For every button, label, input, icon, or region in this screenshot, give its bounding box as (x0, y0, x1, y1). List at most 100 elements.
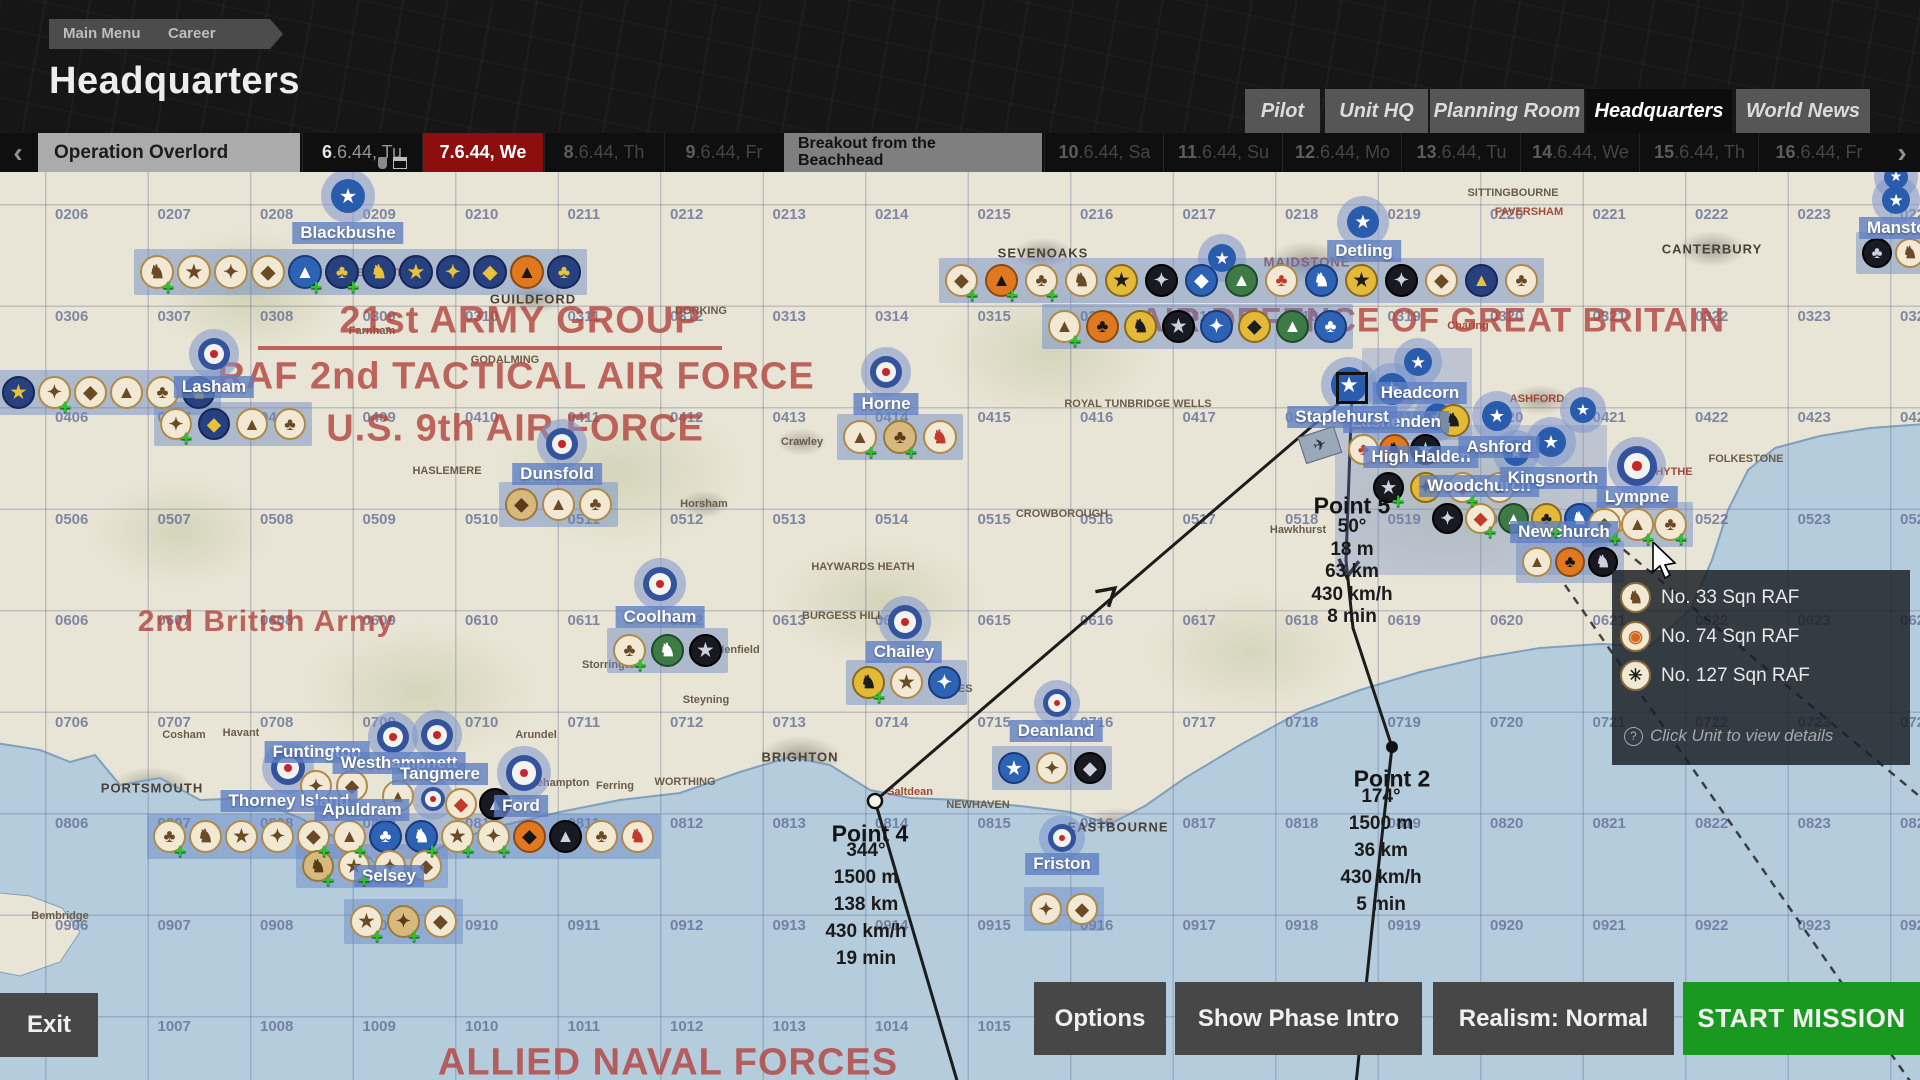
squadron-emblem[interactable]: ★ (225, 820, 258, 853)
squadron-emblem[interactable]: ★ (890, 666, 923, 699)
timeline-item[interactable]: 6.6.44, Tu (302, 133, 421, 172)
show-phase-intro-button[interactable]: Show Phase Intro (1175, 982, 1422, 1055)
tab-pilot[interactable]: Pilot (1245, 89, 1320, 133)
tooltip-unit-row[interactable]: ◉No. 74 Sqn RAF (1620, 621, 1799, 652)
squadron-emblem[interactable]: ◆ (445, 788, 477, 820)
airfield-label-coolham[interactable]: Coolham (616, 606, 705, 628)
squadron-emblem[interactable]: ◆ (1074, 752, 1106, 784)
airfield-label-deanland[interactable]: Deanland (1010, 720, 1103, 742)
squadron-emblem[interactable]: ♞ (362, 255, 396, 289)
squadron-emblem[interactable]: ▲ (1522, 547, 1552, 577)
squadron-emblem[interactable]: ♣ (1862, 238, 1892, 268)
squadron-emblem[interactable]: ♣ (1654, 508, 1687, 541)
airfield-label-lympne[interactable]: Lympne (1597, 486, 1678, 508)
squadron-emblem[interactable]: ▲ (1621, 508, 1654, 541)
squadron-emblem[interactable]: ♞ (1305, 264, 1338, 297)
squadron-emblem[interactable]: ◆ (424, 905, 457, 938)
airfield-label-dunsfold[interactable]: Dunsfold (512, 463, 602, 485)
squadron-emblem[interactable]: ♞ (1124, 310, 1157, 343)
squadron-emblem[interactable]: ♞ (405, 820, 438, 853)
squadron-emblem[interactable]: ▲ (1465, 264, 1498, 297)
airfield-label-selsey[interactable]: Selsey (354, 865, 424, 887)
squadron-emblem[interactable]: ▲ (510, 255, 544, 289)
squadron-emblem[interactable]: ◆ (1238, 310, 1271, 343)
squadron-emblem[interactable]: ♣ (883, 420, 917, 454)
squadron-emblem[interactable]: ♣ (369, 820, 402, 853)
squadron-emblem[interactable]: ♞ (302, 850, 334, 882)
timeline-item[interactable]: 14.6.44, We (1520, 133, 1640, 172)
squadron-emblem[interactable]: ▲ (549, 820, 582, 853)
squadron-emblem[interactable]: ♞ (651, 634, 684, 667)
squadron-emblem[interactable]: ◆ (1425, 264, 1458, 297)
timeline-item[interactable]: 8.6.44, Th (544, 133, 663, 172)
tab-planning-room[interactable]: Planning Room (1430, 89, 1584, 133)
squadron-emblem[interactable]: ▲ (1276, 310, 1309, 343)
squadron-emblem[interactable]: ★ (1162, 310, 1195, 343)
squadron-emblem[interactable]: ♣ (1265, 264, 1298, 297)
airfield-label-friston[interactable]: Friston (1025, 853, 1099, 875)
squadron-emblem[interactable]: ♣ (153, 820, 186, 853)
squadron-emblem[interactable]: ▲ (542, 488, 575, 521)
tab-unit-hq[interactable]: Unit HQ (1325, 89, 1428, 133)
airfield-label-newchurch[interactable]: Newchurch (1510, 521, 1618, 543)
airfield-label-horne[interactable]: Horne (853, 393, 918, 415)
squadron-emblem[interactable]: ★ (1373, 472, 1404, 503)
squadron-emblem[interactable]: ♣ (613, 634, 646, 667)
squadron-emblem[interactable]: ♞ (923, 420, 957, 454)
airfield-label-apuldram[interactable]: Apuldram (314, 799, 409, 821)
squadron-emblem[interactable]: ▲ (236, 408, 268, 440)
squadron-emblem[interactable]: ✦ (214, 255, 248, 289)
timeline-item[interactable]: 11.6.44, Su (1163, 133, 1283, 172)
squadron-emblem[interactable]: ✦ (387, 905, 420, 938)
squadron-emblem[interactable]: ◆ (297, 820, 330, 853)
squadron-emblem[interactable]: ▲ (288, 255, 322, 289)
timeline-item[interactable]: 13.6.44, Tu (1401, 133, 1521, 172)
airfield-label-manston[interactable]: Manston (1859, 217, 1920, 239)
airfield-label-staplehurst[interactable]: Staplehurst (1287, 406, 1397, 428)
squadron-emblem[interactable]: ♣ (1025, 264, 1058, 297)
squadron-emblem[interactable]: ✦ (477, 820, 510, 853)
airfield-label-tangmere[interactable]: Tangmere (392, 763, 488, 785)
timeline-item[interactable]: Breakout from theBeachhead (784, 133, 1042, 172)
squadron-emblem[interactable]: ✦ (1030, 893, 1062, 925)
squadron-emblem[interactable]: ★ (998, 752, 1030, 784)
airfield-label-chailey[interactable]: Chailey (866, 641, 942, 663)
squadron-emblem[interactable]: ▲ (1225, 264, 1258, 297)
squadron-emblem[interactable]: ✦ (928, 666, 961, 699)
squadron-emblem[interactable]: ✦ (38, 376, 71, 409)
squadron-emblem[interactable]: ◆ (513, 820, 546, 853)
squadron-emblem[interactable]: ★ (399, 255, 433, 289)
squadron-emblem[interactable]: ★ (177, 255, 211, 289)
timeline-item[interactable]: 12.6.44, Mo (1282, 133, 1402, 172)
tooltip-unit-row[interactable]: ✳No. 127 Sqn RAF (1620, 660, 1810, 691)
options-button[interactable]: Options (1034, 982, 1166, 1055)
squadron-emblem[interactable]: ✦ (1036, 752, 1068, 784)
airfield-label-blackbushe[interactable]: Blackbushe (292, 222, 403, 244)
timeline-item[interactable]: Operation Overlord (38, 133, 300, 172)
squadron-emblem[interactable]: ◆ (1066, 893, 1098, 925)
squadron-emblem[interactable]: ▲ (110, 376, 143, 409)
squadron-emblem[interactable]: ▲ (1048, 310, 1081, 343)
exit-button[interactable]: Exit (0, 993, 98, 1057)
squadron-emblem[interactable]: ◆ (1185, 264, 1218, 297)
squadron-emblem[interactable]: ★ (441, 820, 474, 853)
squadron-emblem[interactable]: ✦ (1145, 264, 1178, 297)
airfield-label-detling[interactable]: Detling (1327, 240, 1401, 262)
squadron-emblem[interactable]: ♞ (852, 666, 885, 699)
squadron-emblem[interactable]: ♣ (1555, 547, 1585, 577)
start-mission-button[interactable]: START MISSION (1683, 982, 1920, 1055)
squadron-emblem[interactable]: ★ (1345, 264, 1378, 297)
squadron-emblem[interactable]: ♣ (1314, 310, 1347, 343)
realism-normal-button[interactable]: Realism: Normal (1433, 982, 1674, 1055)
timeline-next-button[interactable]: › (1884, 133, 1920, 172)
tab-headquarters-active[interactable]: Headquarters (1586, 89, 1732, 133)
timeline-item[interactable]: 16.6.44, Fr (1758, 133, 1879, 172)
squadron-emblem[interactable]: ▲ (985, 264, 1018, 297)
timeline-item[interactable]: 15.6.44, Th (1639, 133, 1759, 172)
squadron-emblem[interactable]: ♞ (1065, 264, 1098, 297)
squadron-emblem[interactable]: ◆ (198, 408, 230, 440)
squadron-emblem[interactable]: ♞ (1895, 238, 1920, 268)
timeline-item[interactable]: 10.6.44, Sa (1044, 133, 1164, 172)
squadron-emblem[interactable]: ◆ (74, 376, 107, 409)
squadron-emblem[interactable]: ♞ (1588, 547, 1618, 577)
